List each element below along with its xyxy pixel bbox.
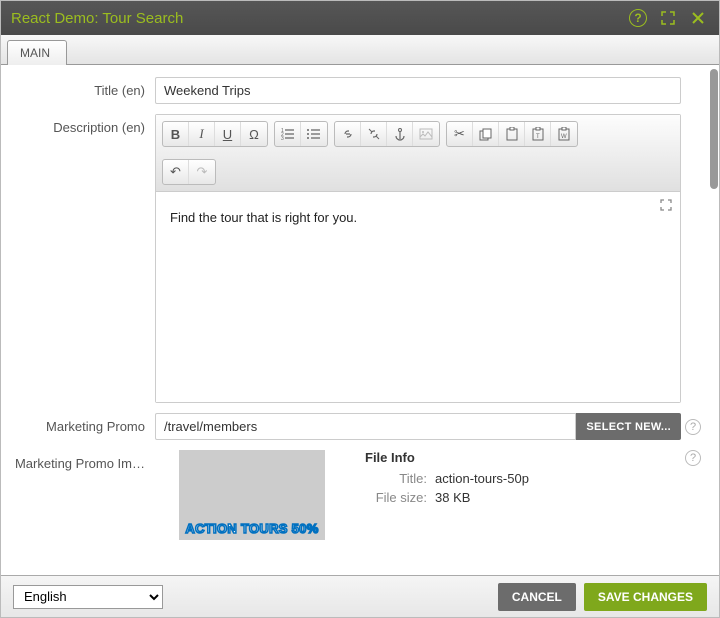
help-icon[interactable]: ?	[685, 419, 701, 435]
svg-text:3: 3	[281, 136, 284, 140]
editor-expand-icon[interactable]	[660, 198, 674, 212]
underline-button[interactable]: U	[215, 122, 241, 146]
anchor-button[interactable]	[387, 122, 413, 146]
language-select[interactable]: English	[13, 585, 163, 609]
rte-toolbar: B I U Ω 123	[156, 115, 680, 192]
help-icon[interactable]: ?	[685, 450, 701, 466]
cancel-button[interactable]: CANCEL	[498, 583, 576, 611]
save-changes-button[interactable]: SAVE CHANGES	[584, 583, 707, 611]
svg-text:W: W	[561, 134, 567, 140]
file-info-title-label: Title:	[365, 471, 435, 486]
promo-image-thumbnail[interactable]: ACTION TOURS 50%	[179, 450, 325, 540]
title-input[interactable]	[155, 77, 681, 104]
tabstrip: MAIN	[1, 35, 719, 65]
paste-button[interactable]	[499, 122, 525, 146]
content-area: Title (en) Description (en) B I U Ω	[1, 65, 709, 575]
paste-word-button[interactable]: W	[551, 122, 577, 146]
file-info: File Info Title: action-tours-50p File s…	[365, 450, 529, 540]
scrollbar[interactable]	[709, 65, 719, 575]
description-editor[interactable]: Find the tour that is right for you.	[156, 192, 680, 402]
file-info-heading: File Info	[365, 450, 529, 465]
paste-text-button[interactable]: T	[525, 122, 551, 146]
special-char-button[interactable]: Ω	[241, 122, 267, 146]
file-info-size-value: 38 KB	[435, 490, 470, 505]
label-description: Description (en)	[5, 114, 155, 403]
file-info-title-value: action-tours-50p	[435, 471, 529, 486]
link-button[interactable]	[335, 122, 361, 146]
help-icon[interactable]: ?	[627, 7, 649, 29]
select-new-button[interactable]: SELECT NEW...	[576, 413, 681, 440]
unordered-list-button[interactable]	[301, 122, 327, 146]
label-title: Title (en)	[5, 77, 155, 104]
marketing-promo-input[interactable]	[155, 413, 576, 440]
scrollbar-thumb[interactable]	[710, 69, 718, 189]
svg-text:T: T	[536, 134, 540, 140]
tab-main[interactable]: MAIN	[7, 40, 67, 65]
italic-button[interactable]: I	[189, 122, 215, 146]
window-title: React Demo: Tour Search	[11, 10, 183, 27]
ordered-list-button[interactable]: 123	[275, 122, 301, 146]
cut-button[interactable]: ✂	[447, 122, 473, 146]
titlebar: React Demo: Tour Search ?	[1, 1, 719, 35]
file-info-size-label: File size:	[365, 490, 435, 505]
unlink-button[interactable]	[361, 122, 387, 146]
thumbnail-caption: ACTION TOURS 50%	[185, 521, 318, 536]
undo-button[interactable]: ↶	[163, 160, 189, 184]
redo-button[interactable]: ↷	[189, 160, 215, 184]
close-icon[interactable]	[687, 7, 709, 29]
label-marketing-promo-image: Marketing Promo Im…	[5, 450, 155, 540]
copy-button[interactable]	[473, 122, 499, 146]
footer: English CANCEL SAVE CHANGES	[1, 575, 719, 617]
dialog-window: React Demo: Tour Search ? MAIN Title (en…	[0, 0, 720, 618]
label-marketing-promo: Marketing Promo	[5, 413, 155, 440]
image-button[interactable]	[413, 122, 439, 146]
bold-button[interactable]: B	[163, 122, 189, 146]
expand-window-icon[interactable]	[657, 7, 679, 29]
richtext-editor: B I U Ω 123	[155, 114, 681, 403]
